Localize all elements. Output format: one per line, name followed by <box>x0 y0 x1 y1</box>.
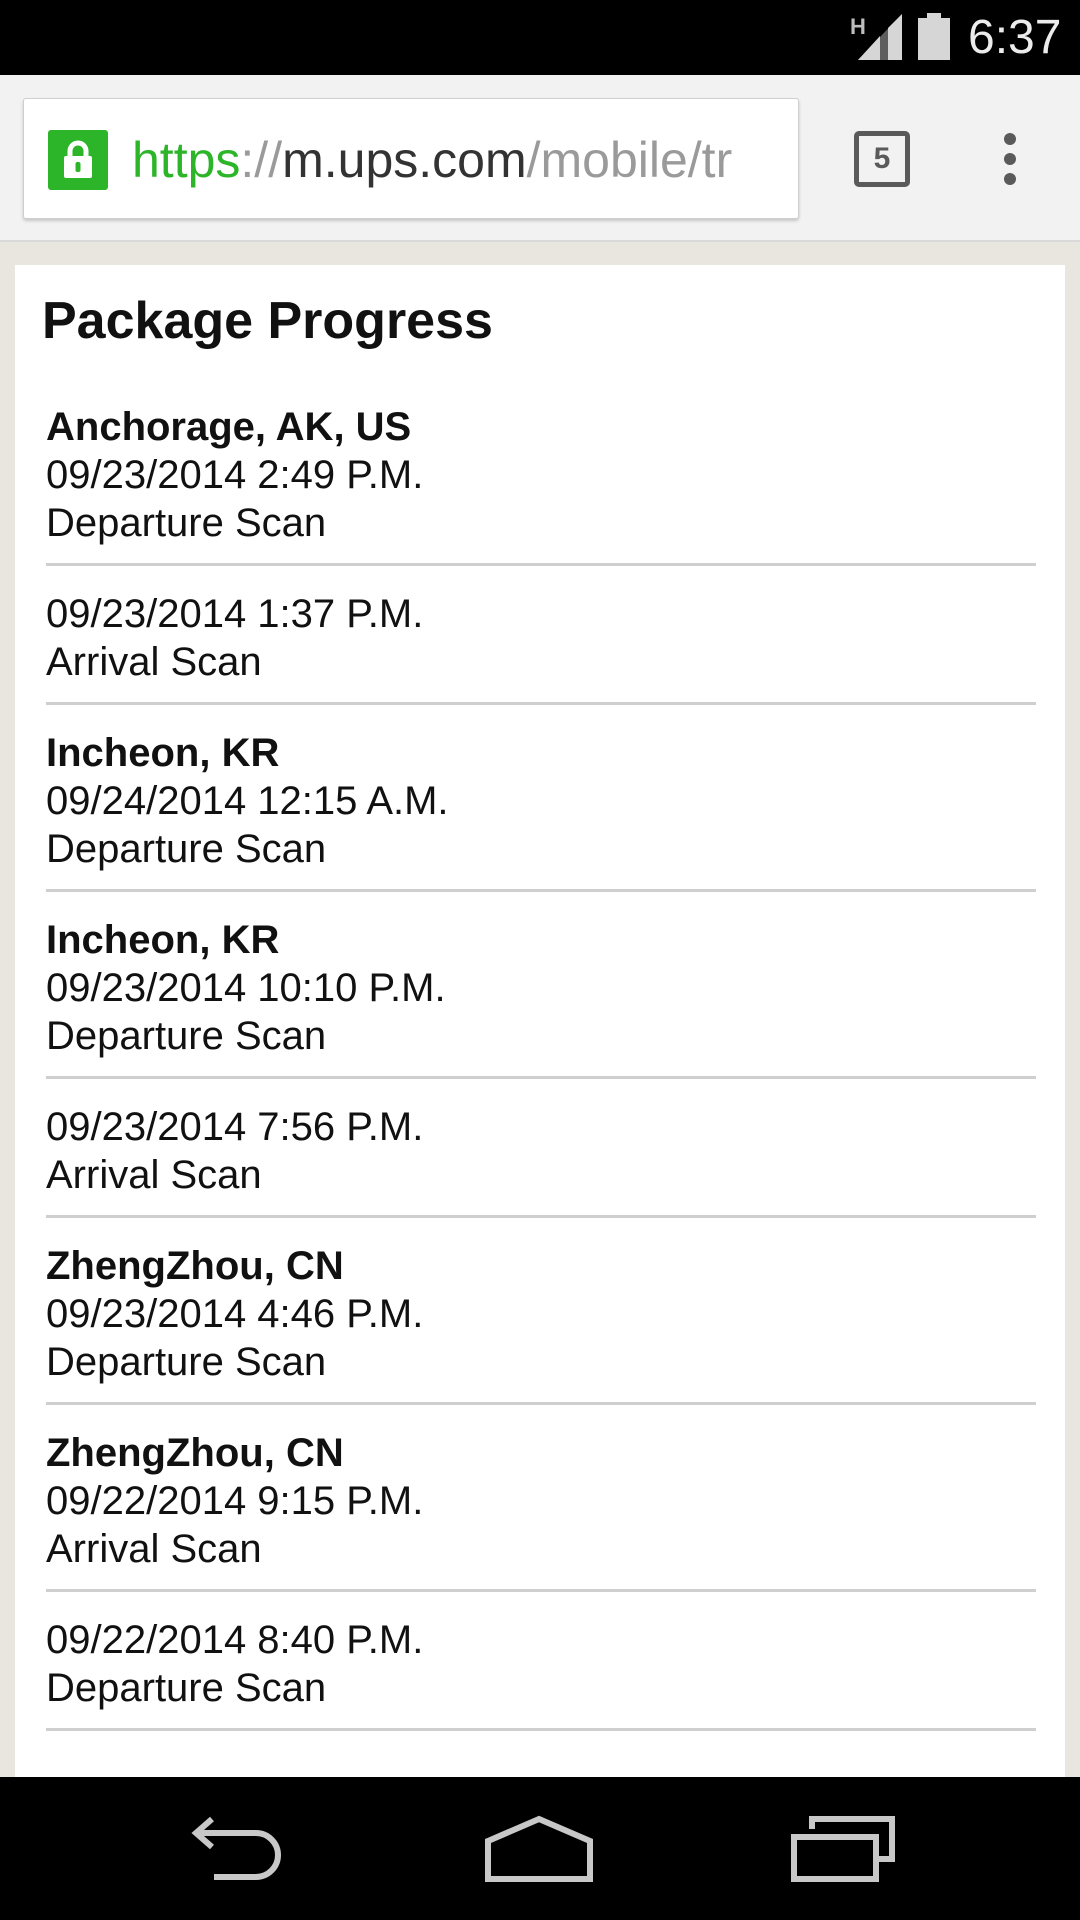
url-bar[interactable]: https://m.ups.com/mobile/tr <box>23 98 799 219</box>
event-datetime: 09/24/2014 12:15 A.M. <box>46 779 449 823</box>
event-datetime: 09/22/2014 8:40 P.M. <box>46 1618 424 1662</box>
tab-switcher-icon[interactable]: 5 <box>854 131 910 187</box>
event-activity: Departure Scan <box>46 827 327 871</box>
url-host: m.ups.com <box>282 132 527 188</box>
overflow-menu-icon[interactable] <box>996 131 1026 187</box>
web-page-content: Package Progress Anchorage, AK, US 09/23/… <box>15 265 1065 1777</box>
list-item: 09/23/2014 1:37 P.M. Arrival Scan <box>46 590 1036 705</box>
navigation-bar <box>0 1777 1080 1920</box>
event-location: Anchorage, AK, US <box>46 405 412 449</box>
event-datetime: 09/22/2014 9:15 P.M. <box>46 1479 424 1523</box>
url-separator: :// <box>240 132 283 188</box>
tab-count: 5 <box>873 142 891 175</box>
url-scheme: https <box>132 132 241 188</box>
event-activity: Arrival Scan <box>46 1527 262 1571</box>
home-icon[interactable] <box>484 1813 594 1885</box>
battery-icon <box>918 13 950 60</box>
event-location: ZhengZhou, CN <box>46 1244 344 1288</box>
url-path: /mobile/tr <box>526 132 733 188</box>
back-icon[interactable] <box>186 1813 292 1885</box>
list-item: ZhengZhou, CN 09/23/2014 4:46 P.M. Departu… <box>46 1242 1036 1405</box>
event-location: Incheon, KR <box>46 918 280 962</box>
event-datetime: 09/23/2014 1:37 P.M. <box>46 592 424 636</box>
lock-icon[interactable] <box>48 130 108 190</box>
recent-apps-icon[interactable] <box>790 1813 896 1885</box>
event-location: Incheon, KR <box>46 731 280 775</box>
clock: 6:37 <box>968 11 1062 64</box>
event-activity: Arrival Scan <box>46 640 262 684</box>
event-activity: Arrival Scan <box>46 1153 262 1197</box>
list-item: 09/22/2014 8:40 P.M. Departure Scan <box>46 1616 1036 1731</box>
list-item: 09/23/2014 7:56 P.M. Arrival Scan <box>46 1103 1036 1218</box>
list-item: Incheon, KR 09/24/2014 12:15 A.M. Departur… <box>46 729 1036 892</box>
list-item: Incheon, KR 09/23/2014 10:10 P.M. Departur… <box>46 916 1036 1079</box>
event-datetime: 09/23/2014 4:46 P.M. <box>46 1292 424 1336</box>
status-bar: H 6:37 <box>0 0 1080 75</box>
list-item: ZhengZhou, CN 09/22/2014 9:15 P.M. Arrival… <box>46 1429 1036 1592</box>
url-text[interactable]: https://m.ups.com/mobile/tr <box>132 130 798 190</box>
event-activity: Departure Scan <box>46 501 327 545</box>
event-datetime: 09/23/2014 2:49 P.M. <box>46 453 424 497</box>
event-location: ZhengZhou, CN <box>46 1431 344 1475</box>
url-fade <box>728 130 798 190</box>
list-item: Anchorage, AK, US 09/23/2014 2:49 P.M. Dep… <box>46 403 1036 566</box>
event-datetime: 09/23/2014 7:56 P.M. <box>46 1105 424 1149</box>
browser-toolbar: https://m.ups.com/mobile/tr 5 <box>0 75 1080 242</box>
event-activity: Departure Scan <box>46 1340 327 1384</box>
signal-icon <box>858 14 902 60</box>
package-progress-list: Anchorage, AK, US 09/23/2014 2:49 P.M. Dep… <box>46 403 1036 1755</box>
page-title: Package Progress <box>42 292 493 350</box>
event-datetime: 09/23/2014 10:10 P.M. <box>46 966 446 1010</box>
event-activity: Departure Scan <box>46 1666 327 1710</box>
event-activity: Departure Scan <box>46 1014 327 1058</box>
